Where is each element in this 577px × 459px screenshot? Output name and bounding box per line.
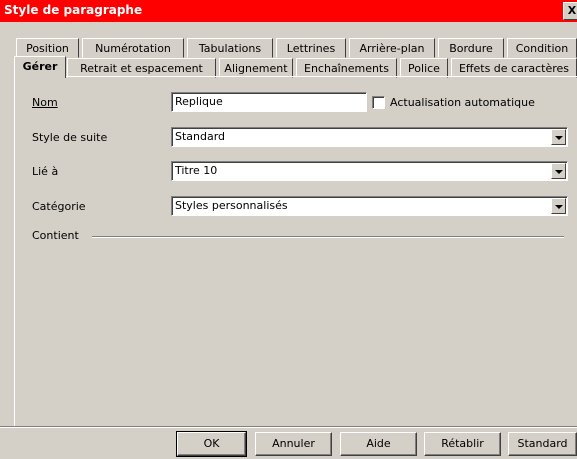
dialog-title: Style de paragraphe	[4, 3, 143, 17]
nom-input[interactable]: Replique	[171, 92, 367, 112]
tab-effets-caracteres[interactable]: Effets de caractères	[451, 58, 577, 78]
chevron-down-icon[interactable]	[551, 129, 566, 145]
lie-select[interactable]: Titre 10	[171, 161, 568, 181]
autoupdate-checkbox[interactable]	[372, 96, 385, 109]
ok-button[interactable]: OK	[176, 431, 247, 457]
tab-gerer[interactable]: Gérer	[14, 56, 66, 78]
autoupdate-label[interactable]: Actualisation automatique	[390, 96, 535, 109]
style-suite-value: Standard	[175, 130, 226, 143]
tab-lettrines[interactable]: Lettrines	[276, 38, 346, 58]
tab-enchainements[interactable]: Enchaînements	[296, 58, 397, 78]
retablir-button[interactable]: Rétablir	[424, 432, 501, 456]
contient-label: Contient	[32, 229, 79, 242]
tab-tabulations[interactable]: Tabulations	[187, 38, 273, 58]
contient-divider	[92, 236, 564, 238]
style-suite-label: Style de suite	[32, 131, 108, 144]
close-icon[interactable]: X	[563, 2, 577, 20]
aide-button[interactable]: Aide	[340, 432, 417, 456]
button-bar-divider	[0, 426, 577, 428]
title-bar[interactable]: Style de paragraphe X	[0, 0, 577, 22]
tab-position[interactable]: Position	[16, 38, 79, 58]
categorie-label: Catégorie	[32, 200, 86, 213]
categorie-value: Styles personnalisés	[175, 199, 288, 212]
tab-bordure[interactable]: Bordure	[438, 38, 504, 58]
annuler-button[interactable]: Annuler	[255, 432, 332, 456]
tab-arriere-plan[interactable]: Arrière-plan	[349, 38, 435, 58]
nom-label: Nom	[32, 96, 58, 109]
lie-value: Titre 10	[175, 164, 218, 177]
dialog-window: Style de paragraphe X Position Numérotat…	[0, 0, 577, 459]
standard-button[interactable]: Standard	[508, 432, 577, 456]
tab-alignement[interactable]: Alignement	[219, 58, 293, 78]
chevron-down-icon[interactable]	[551, 163, 566, 179]
tab-retrait-espacement[interactable]: Retrait et espacement	[67, 58, 216, 78]
tab-numerotation[interactable]: Numérotation	[82, 38, 184, 58]
categorie-select[interactable]: Styles personnalisés	[171, 196, 568, 216]
style-suite-select[interactable]: Standard	[171, 127, 568, 147]
chevron-down-icon[interactable]	[551, 198, 566, 214]
tab-police[interactable]: Police	[400, 58, 448, 78]
lie-label: Lié à	[32, 165, 59, 178]
tab-condition[interactable]: Condition	[507, 38, 577, 58]
